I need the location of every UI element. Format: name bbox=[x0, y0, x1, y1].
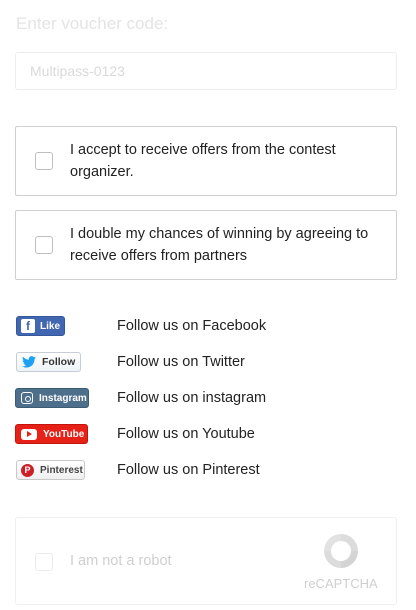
recaptcha-logo-icon bbox=[324, 534, 358, 568]
social-row-facebook: f Like Follow us on Facebook bbox=[15, 316, 397, 338]
recaptcha-widget: I am not a robot reCAPTCHA bbox=[15, 517, 397, 605]
recaptcha-checkbox[interactable] bbox=[35, 553, 53, 571]
youtube-icon bbox=[21, 428, 37, 440]
consent-partners-checkbox[interactable] bbox=[35, 236, 53, 254]
consent-partners-box[interactable]: I double my chances of winning by agreei… bbox=[15, 210, 397, 280]
social-row-twitter: Follow Follow us on Twitter bbox=[15, 352, 397, 374]
instagram-icon bbox=[21, 392, 33, 404]
instagram-badge-label: Instagram bbox=[39, 392, 87, 404]
voucher-code-input[interactable] bbox=[15, 52, 397, 90]
voucher-label: Enter voucher code: bbox=[16, 14, 169, 33]
recaptcha-brand: reCAPTCHA bbox=[304, 576, 378, 591]
pinterest-follow-button[interactable]: P Pinterest bbox=[16, 460, 85, 480]
pinterest-icon: P bbox=[21, 463, 34, 477]
social-row-youtube: YouTube Follow us on Youtube bbox=[15, 424, 397, 446]
facebook-like-button[interactable]: f Like bbox=[16, 316, 65, 336]
instagram-follow-link[interactable]: Follow us on instagram bbox=[117, 390, 266, 406]
consent-organizer-text: I accept to receive offers from the cont… bbox=[70, 142, 336, 180]
youtube-badge-label: YouTube bbox=[43, 428, 85, 440]
twitter-icon bbox=[22, 356, 36, 368]
twitter-badge-label: Follow bbox=[42, 356, 76, 368]
social-row-instagram: Instagram Follow us on instagram bbox=[15, 388, 397, 410]
pinterest-follow-link[interactable]: Follow us on Pinterest bbox=[117, 462, 260, 478]
twitter-follow-link[interactable]: Follow us on Twitter bbox=[117, 354, 245, 370]
facebook-icon: f bbox=[21, 319, 35, 333]
consent-organizer-box[interactable]: I accept to receive offers from the cont… bbox=[15, 126, 397, 196]
consent-organizer-checkbox[interactable] bbox=[35, 152, 53, 170]
social-row-pinterest: P Pinterest Follow us on Pinterest bbox=[15, 460, 397, 482]
instagram-follow-button[interactable]: Instagram bbox=[15, 388, 89, 408]
youtube-subscribe-button[interactable]: YouTube bbox=[15, 424, 88, 444]
consent-partners-text: I double my chances of winning by agreei… bbox=[70, 226, 369, 264]
facebook-follow-link[interactable]: Follow us on Facebook bbox=[117, 318, 266, 334]
twitter-follow-button[interactable]: Follow bbox=[16, 352, 81, 372]
facebook-badge-label: Like bbox=[40, 320, 61, 332]
recaptcha-label: I am not a robot bbox=[70, 553, 172, 569]
youtube-follow-link[interactable]: Follow us on Youtube bbox=[117, 426, 255, 442]
pinterest-badge-label: Pinterest bbox=[40, 464, 83, 476]
